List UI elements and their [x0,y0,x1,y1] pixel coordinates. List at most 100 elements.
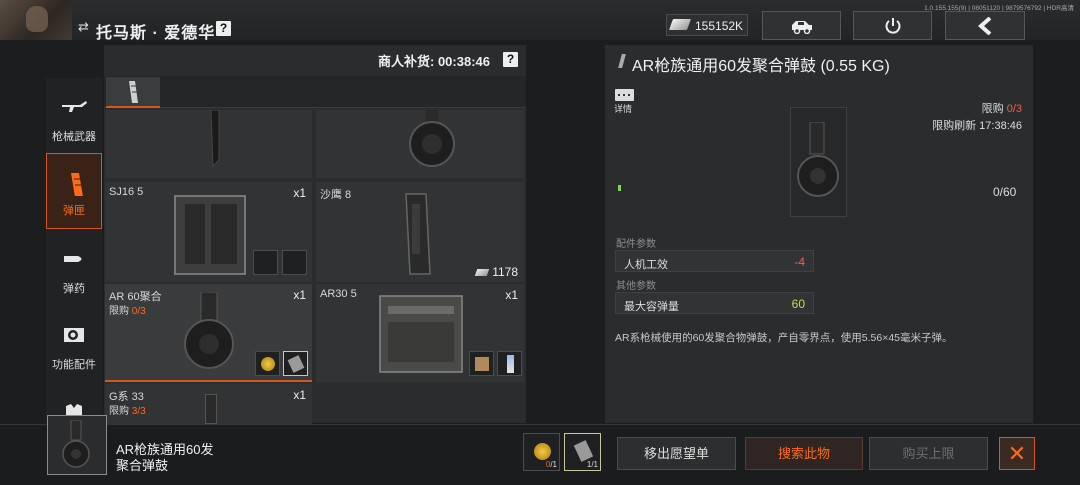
purchase-limit: 限购 0/3 [982,100,1022,116]
limit-label: 限购 [109,406,132,417]
item-preview [790,107,847,217]
item-purchase-limit: 限购 3/3 [109,402,146,417]
sidebar-item-weapons[interactable]: 枪械武器 [46,78,102,154]
sidebar-item-magazines[interactable]: 弹匣 [46,153,102,229]
box-magazine-image [174,195,246,275]
magazine-icon [71,173,83,196]
spring-icon [282,250,307,275]
param-key: 最大容弹量 [624,301,679,313]
tool-icon [253,250,278,275]
param-value: -4 [794,255,805,269]
param-value: 60 [791,297,805,311]
sidebar-item-label: 弹匣 [63,205,85,217]
item-price: 1178 [474,265,518,279]
cost-count: 1/1 [587,460,598,469]
magazine-image [210,110,220,168]
stock-indicator [618,185,621,191]
sidebar-item-label: 功能配件 [52,359,96,371]
drum-magazine-image [409,110,455,167]
cost-need: /1 [550,460,557,469]
shop-item-6[interactable]: G系 33 限购 3/3 x1 [105,384,312,424]
item-price-value: 1178 [492,265,518,279]
sidebar-item-label: 枪械武器 [52,131,96,143]
details-icon[interactable] [615,89,634,101]
selected-item-name-line2: 聚合弹鼓 [116,458,169,473]
item-quantity: x1 [293,186,306,200]
player-name: 托马斯 · 爱德华 [96,25,216,42]
magazine-pouch-icon [573,440,594,462]
help-icon[interactable]: ? [503,52,518,67]
drum-magazine-image [62,420,90,468]
item-name: AR30 5 [320,288,357,300]
power-button[interactable] [853,11,932,40]
param-row-ergonomics: 人机工效 -4 [615,250,814,272]
stock-count: 0/60 [993,185,1017,199]
box-magazine-image [379,295,463,373]
item-title: AR枪族通用60发聚合弹鼓 (0.55 KG) [632,58,890,75]
item-quantity: x1 [293,288,306,302]
shop-item-3[interactable]: 沙鹰 8 1178 [316,182,524,282]
limit-value: 0/3 [131,306,146,317]
remove-wishlist-button[interactable]: 移出愿望单 [617,437,736,470]
subcategory-tabs [104,76,526,108]
currency-display: 155152K [666,14,748,36]
swap-icon[interactable]: ⇄ [78,19,89,35]
item-name: SJ16 5 [109,186,144,198]
cost-magazine-pouch: 1/1 [564,433,601,471]
shop-item-1[interactable] [316,110,524,178]
selected-item-thumbnail [47,415,107,475]
magazine-pouch-icon [283,351,308,376]
magazine-image [205,394,217,424]
power-icon [885,18,901,34]
currency-amount: 155152K [695,19,744,33]
shop-item-4[interactable]: AR 60聚合 限购 0/3 x1 [105,284,312,382]
gold-coin-icon [534,443,551,460]
battery-icon [497,351,522,376]
sidebar-item-label: 弹药 [63,283,85,295]
item-description: AR系枪械使用的60发聚合物弹鼓，产自零界点，使用5.56×45毫米子弹。 [615,332,953,344]
category-sidebar: 枪械武器 弹匣 弹药 功能配件 [46,78,102,424]
vehicle-button[interactable] [762,11,841,40]
drum-magazine-image [184,292,234,369]
shop-item-0[interactable] [105,110,312,178]
item-purchase-limit: 限购 0/3 [109,302,146,317]
param-key: 人机工效 [624,259,668,271]
cardboard-icon [469,351,494,376]
other-params-heading: 其他参数 [616,281,656,292]
close-button[interactable]: ✕ [999,437,1035,470]
shop-item-5[interactable]: AR30 5 x1 [316,284,524,382]
cost-count: 0/1 [546,460,557,469]
limit-label: 限购 [109,306,132,317]
restock-timer: 商人补货: 00:38:46 [378,54,490,69]
item-quantity: x1 [505,288,518,302]
limit-label: 限购 [981,103,1007,115]
player-avatar[interactable] [0,0,72,40]
pistol-magazine-image [405,193,431,275]
back-arrow-icon [978,17,992,35]
cost-need: /1 [591,460,598,469]
details-label[interactable]: 详情 [614,102,632,115]
param-row-capacity: 最大容弹量 60 [615,292,814,314]
item-detail-panel [605,45,1033,423]
cash-icon [668,19,692,30]
drum-magazine-image [797,122,839,197]
help-icon[interactable]: ? [216,21,231,36]
buy-limit-button[interactable]: 购买上限 [869,437,988,470]
cash-icon [474,269,490,276]
item-quantity: x1 [293,388,306,402]
tab-drum-magazines[interactable] [106,77,160,108]
limit-value: 3/3 [131,406,146,417]
back-button[interactable] [945,11,1025,40]
search-item-button[interactable]: 搜索此物 [745,437,863,470]
vehicle-icon [792,21,812,34]
rifle-icon [62,101,87,112]
limit-value: 0/3 [1006,103,1022,115]
shop-item-2[interactable]: SJ16 5 x1 [105,182,312,282]
attachment-params-heading: 配件参数 [616,239,656,250]
sidebar-item-attachments[interactable]: 功能配件 [46,306,102,382]
sidebar-item-ammo[interactable]: 弹药 [46,230,102,306]
bullet-icon [64,256,82,262]
scope-icon [64,328,84,342]
magazine-icon [129,81,138,103]
limit-refresh-time: 限购刷新 17:38:46 [932,120,1022,132]
